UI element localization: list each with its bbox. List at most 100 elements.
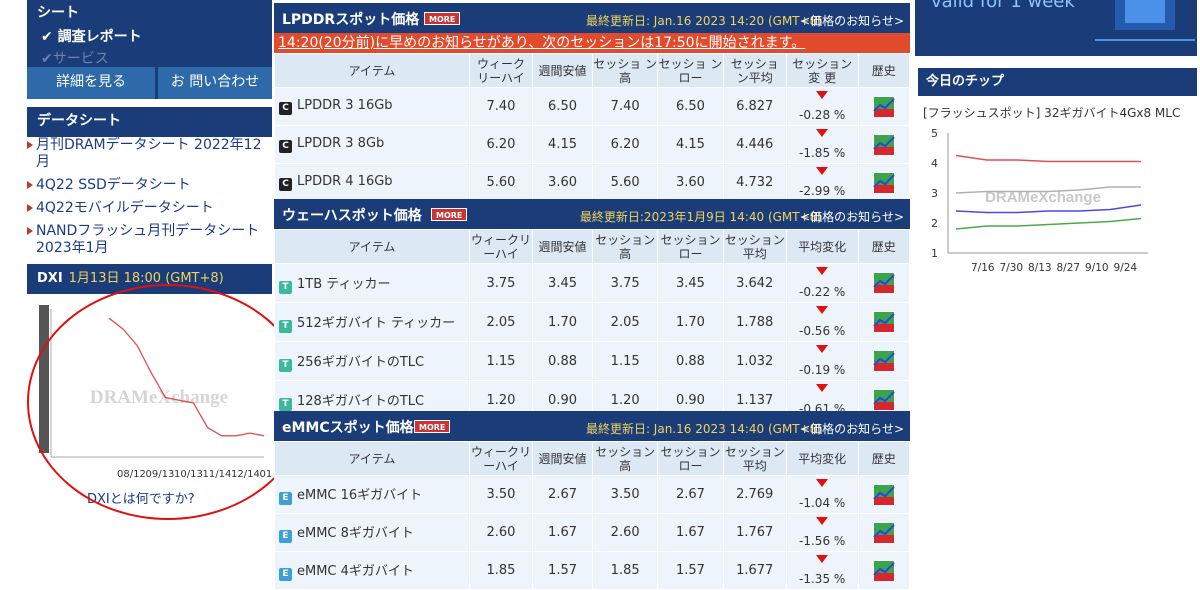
contact-button[interactable]: お 問い合わせ — [158, 67, 272, 99]
history-chart-icon[interactable] — [872, 171, 895, 194]
history-chart-icon[interactable] — [872, 133, 895, 156]
history-chart-icon[interactable] — [872, 272, 895, 294]
down-arrow-icon — [816, 91, 829, 99]
table-row[interactable]: T 1TB ティッカー 3.75 3.45 3.75 3.45 3.642 -0.22 % — [274, 263, 911, 303]
history-cell[interactable] — [857, 475, 911, 514]
chip-y-tick-label: 5 — [931, 128, 938, 140]
column-header: セッション ロー — [657, 441, 724, 476]
price-cell-wl: 3.60 — [532, 163, 593, 202]
price-cell-sh: 5.60 — [591, 163, 659, 202]
table-row[interactable]: EeMMC 4ギガバイト 1.85 1.57 1.85 1.57 1.677 -1.35 % — [274, 551, 911, 590]
table-row[interactable]: C LPDDR 3 8Gb 6.20 4.15 6.20 4.15 4.446 -1.85 % — [274, 125, 911, 164]
change-percent: -0.56 % — [799, 324, 846, 338]
datasheet-link[interactable]: 4Q22モバイルデータシート — [27, 200, 272, 217]
history-cell[interactable] — [857, 341, 911, 381]
history-cell[interactable] — [857, 87, 911, 126]
chip-series — [955, 154, 1142, 230]
wafer-more-button[interactable]: MORE — [431, 208, 468, 221]
survey-item-service[interactable]: ✔サービス — [41, 48, 109, 68]
item-type-badge-icon: T — [279, 397, 292, 411]
change-percent: -0.28 % — [799, 108, 846, 122]
item-name: 256ギガバイトのTLC — [297, 354, 425, 370]
item-cell[interactable]: T 512ギガバイト ティッカー — [274, 302, 470, 342]
price-cell-wl: 1.67 — [532, 513, 593, 552]
table-row[interactable]: C LPDDR 3 16Gb 7.40 6.50 7.40 6.50 6.827 -0.28 … — [274, 87, 911, 126]
red-annotation-circle — [27, 284, 309, 520]
item-type-badge-icon: T — [279, 319, 292, 333]
item-name: eMMC 4ギガバイト — [297, 564, 414, 579]
item-cell[interactable]: C LPDDR 4 16Gb — [274, 163, 470, 202]
history-chart-icon[interactable] — [872, 559, 895, 582]
history-cell[interactable] — [857, 302, 911, 342]
table-row[interactable]: T 256ギガバイトのTLC 1.15 0.88 1.15 0.88 1.032 -0.19 … — [274, 341, 911, 381]
down-arrow-icon — [816, 555, 829, 563]
history-chart-icon[interactable] — [872, 521, 895, 544]
survey-item-report[interactable]: ✔ 調査レポート — [41, 26, 142, 46]
chip-y-tick-label: 2 — [931, 217, 938, 230]
column-header: 歴史 — [857, 441, 911, 476]
datasheet-link[interactable]: NANDフラッシュ月刊データシート2023年1月 — [27, 223, 272, 257]
price-cell-sl: 3.45 — [657, 263, 724, 303]
change-percent: -0.19 % — [799, 363, 846, 377]
chip-x-tick-label: 7/16 — [971, 262, 995, 274]
chip-subtitle[interactable]: [フラッシュスポット] 32ギガバイト4Gx8 MLC — [923, 104, 1180, 121]
history-cell[interactable] — [857, 551, 911, 590]
chip-series-line — [955, 154, 1141, 163]
table-row[interactable]: EeMMC 8ギガバイト 2.60 1.67 2.60 1.67 1.767 -1.56 % — [274, 513, 911, 552]
price-cell-avg: 1.767 — [722, 513, 787, 552]
item-cell[interactable]: EeMMC 4ギガバイト — [274, 551, 470, 590]
history-chart-icon[interactable] — [872, 350, 895, 372]
item-cell[interactable]: T 256ギガバイトのTLC — [274, 341, 470, 381]
history-chart-icon[interactable] — [872, 483, 895, 506]
history-cell[interactable] — [857, 263, 911, 303]
column-header: 歴史 — [857, 53, 911, 88]
lpddr-updated: 最終更新日: Jan.16 2023 14:20 (GMT+8) — [585, 14, 822, 28]
item-cell[interactable]: EeMMC 16ギガバイト — [274, 475, 470, 514]
price-cell-sh: 7.40 — [591, 87, 659, 126]
column-header: セッション 高 — [591, 229, 659, 264]
history-chart-icon[interactable] — [872, 95, 895, 118]
price-cell-wl: 6.50 — [532, 87, 593, 126]
history-chart-icon[interactable] — [872, 311, 895, 333]
history-cell[interactable] — [857, 513, 911, 552]
emmc-price-notice-link[interactable]: <価格のお知らせ> — [800, 420, 904, 437]
details-button[interactable]: 詳細を見る — [27, 67, 155, 99]
column-header: セッション 高 — [591, 441, 659, 476]
chip-price-chart[interactable]: 12345 DRAMeXchange 7/16 7/30 8/13 8/27 9/10 9… — [923, 128, 1153, 278]
item-cell[interactable]: T 1TB ティッカー — [274, 263, 470, 303]
column-header: アイテム — [274, 441, 470, 476]
history-chart-icon[interactable] — [872, 389, 895, 411]
history-cell[interactable] — [857, 125, 911, 164]
price-cell-avg: 1.677 — [722, 551, 787, 590]
wafer-price-notice-link[interactable]: <価格のお知らせ> — [800, 208, 904, 225]
price-cell-sl: 3.60 — [657, 163, 724, 202]
chip-x-tick-label: 8/27 — [1057, 262, 1081, 274]
column-header: アイテム — [274, 53, 470, 88]
lpddr-price-notice-link[interactable]: <価格のお知らせ> — [800, 12, 904, 29]
history-cell[interactable] — [857, 163, 911, 202]
price-cell-wl: 0.88 — [532, 341, 593, 381]
price-cell-sl: 4.15 — [657, 125, 724, 164]
promo-banner[interactable]: valid for 1 week — [915, 0, 1197, 56]
datasheet-link[interactable]: 月刊DRAMデータシート 2022年12月 — [27, 137, 272, 171]
price-cell-avg: 3.642 — [722, 263, 787, 303]
lpddr-more-button[interactable]: MORE — [424, 12, 461, 25]
table-row[interactable]: T 512ギガバイト ティッカー 2.05 1.70 2.05 1.70 1.788 -0.5… — [274, 302, 911, 342]
dxi-label: DXI — [37, 271, 63, 286]
change-percent: -1.35 % — [799, 572, 846, 586]
item-name: eMMC 8ギガバイト — [297, 526, 414, 541]
table-row[interactable]: C LPDDR 4 16Gb 5.60 3.60 5.60 3.60 4.732 -2.99 … — [274, 163, 911, 202]
item-cell[interactable]: C LPDDR 3 8Gb — [274, 125, 470, 164]
column-header: ウィークリ ーハイ — [468, 229, 534, 264]
item-cell[interactable]: C LPDDR 3 16Gb — [274, 87, 470, 126]
change-percent: -1.85 % — [799, 146, 846, 160]
emmc-table: アイテム ウィークリ ーハイ 週間安値 セッション 高セッション ロー セッション 平均… — [274, 441, 911, 590]
item-cell[interactable]: EeMMC 8ギガバイト — [274, 513, 470, 552]
datasheet-link[interactable]: 4Q22 SSDデータシート — [27, 177, 272, 194]
emmc-more-button[interactable]: MORE — [414, 420, 451, 433]
item-type-badge-icon: E — [279, 568, 292, 581]
table-row[interactable]: EeMMC 16ギガバイト 3.50 2.67 3.50 2.67 2.769 -1.04 … — [274, 475, 911, 514]
column-header: アイテム — [274, 229, 470, 264]
session-alert[interactable]: 14:20(20分前)に早めのお知らせがあり、次のセッションは17:50に開始さ… — [274, 33, 910, 53]
item-type-badge-icon: T — [279, 280, 292, 294]
